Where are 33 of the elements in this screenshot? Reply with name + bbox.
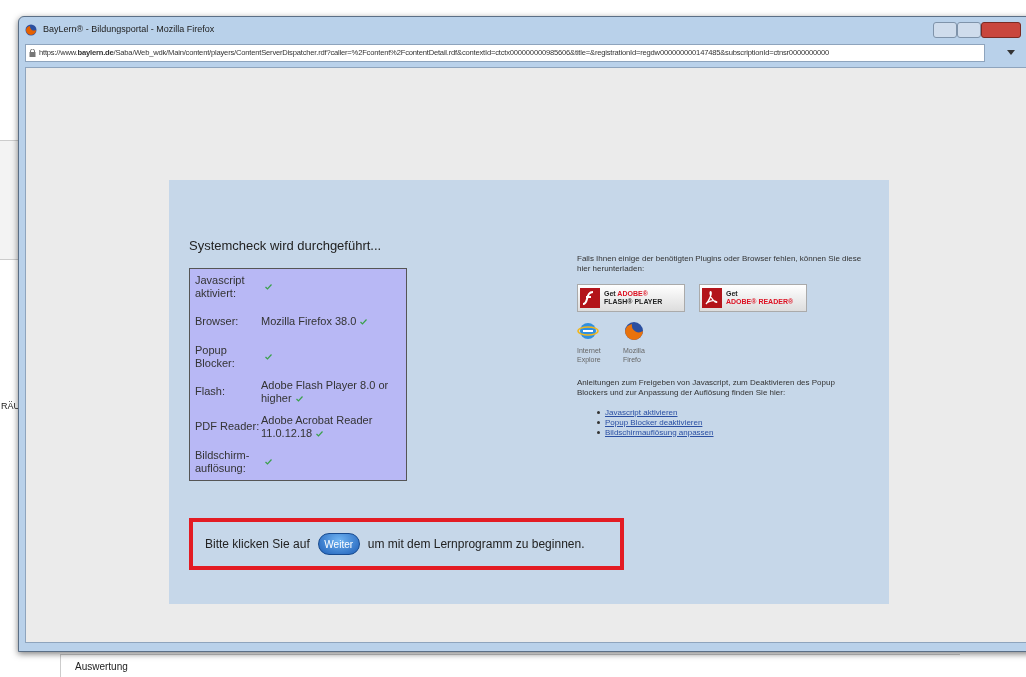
help-text: Anleitungen zum Freigeben von Javascript, zum Deaktivieren des Popup Blockers und zur Anpassung der Auflösung finden Sie hier: (577, 377, 836, 398)
check-label: Flash: (195, 385, 226, 398)
check-value: Mozilla Firefox 38.0 (261, 315, 357, 327)
close-button[interactable] (981, 22, 1021, 38)
browser-icon (623, 319, 645, 342)
firefox-icon (25, 24, 37, 36)
bullet-icon (597, 411, 600, 414)
bullet-icon (597, 421, 600, 424)
check-label: Bildschirm-auflösung: (195, 448, 251, 475)
check-label: Browser: (195, 315, 240, 328)
section-heading: Auswertung (75, 661, 128, 673)
address-bar[interactable] (25, 44, 985, 62)
weiter-button[interactable]: Weiter (317, 533, 360, 555)
minimize-button[interactable] (933, 22, 957, 38)
lock-icon (29, 49, 36, 57)
flash-logo-icon (580, 287, 600, 308)
check-heading: Systemcheck wird durchgeführt... (189, 237, 383, 255)
dropdown-icon[interactable] (1007, 50, 1015, 56)
check-label: Popup Blocker: (195, 343, 236, 370)
bullet-icon (597, 431, 600, 434)
download-note: Falls Ihnen einige der benötigten Plugins oder Browser fehlen, können Sie diese hier herunterladen: (577, 253, 863, 274)
help-link[interactable]: Popup Blocker deaktivieren (605, 417, 703, 428)
prompt-text: Bitte klicken Sie auf (205, 536, 310, 553)
check-label: PDF Reader: (195, 420, 261, 433)
prompt-text: um mit dem Lernprogramm zu beginnen. (367, 536, 585, 553)
check-label: Javascript aktiviert: (195, 273, 246, 300)
check-value: Adobe Acrobat Reader 11.0.12.18 (261, 413, 373, 439)
window-title: BayLern® - Bildungsportal - Mozilla Firefox (43, 23, 215, 37)
reader-logo-icon (702, 287, 722, 308)
maximize-button[interactable] (957, 22, 981, 38)
help-link[interactable]: Javascript aktivieren (605, 407, 678, 418)
help-link[interactable]: Bildschirmauflösung anpassen (605, 427, 714, 438)
check-value: Adobe Flash Player 8.0 or higher (261, 378, 389, 404)
